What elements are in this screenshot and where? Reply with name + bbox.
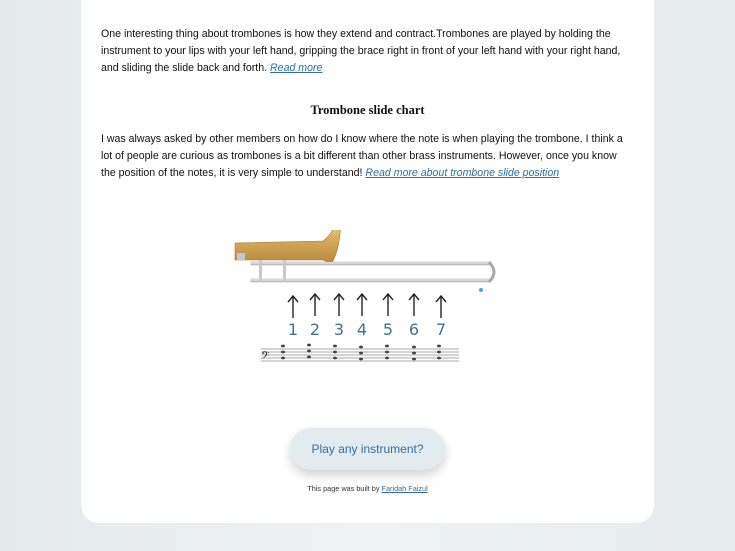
position-number-4: 4 — [357, 320, 367, 339]
content-card: One interesting thing about trombones is… — [81, 0, 654, 523]
section-paragraph: I was always asked by other members on h… — [101, 131, 631, 182]
position-number-6: 6 — [409, 320, 419, 339]
trombone-image — [234, 230, 496, 292]
position-number-1: 1 — [288, 320, 298, 339]
play-instrument-button[interactable]: Play any instrument? — [290, 428, 445, 470]
section-heading: Trombone slide chart — [310, 103, 425, 117]
intro-text: One interesting thing about trombones is… — [101, 28, 621, 74]
position-number-5: 5 — [383, 320, 393, 339]
footer: This page was built by Faridah Faizul — [81, 484, 654, 493]
slide-position-arrows — [287, 292, 447, 318]
intro-paragraph: One interesting thing about trombones is… — [101, 26, 631, 77]
trombone-slide-chart: 1234567 𝄢 — [234, 230, 496, 365]
read-more-link[interactable]: Read more — [270, 62, 322, 74]
position-number-2: 2 — [310, 320, 320, 339]
slide-position-link[interactable]: Read more about trombone slide position — [365, 167, 559, 179]
footer-text: This page was built by — [307, 484, 380, 493]
position-numbers: 1234567 — [288, 320, 446, 339]
bass-clef-icon: 𝄢 — [261, 350, 269, 365]
position-number-3: 3 — [334, 320, 344, 339]
author-link[interactable]: Faridah Faizul — [382, 484, 428, 493]
position-number-7: 7 — [436, 320, 446, 339]
